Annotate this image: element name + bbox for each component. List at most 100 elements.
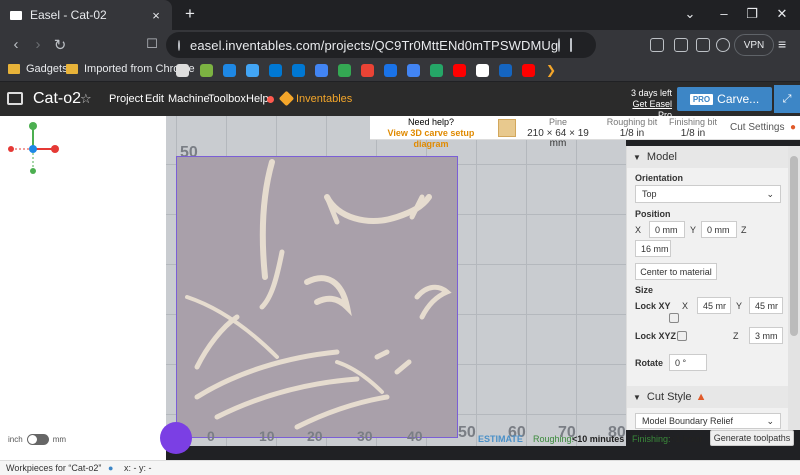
restore-icon[interactable]: ❐ <box>742 6 762 22</box>
leo-ai-icon[interactable] <box>716 38 730 52</box>
x-neg-handle <box>8 146 14 152</box>
close-tab-icon[interactable]: × <box>148 8 164 23</box>
workpiece-model[interactable] <box>176 156 458 438</box>
forward-icon[interactable]: › <box>28 36 48 53</box>
zoom-icon[interactable] <box>558 38 561 52</box>
share-icon[interactable] <box>570 38 573 52</box>
lock-xy-icon[interactable] <box>669 313 679 323</box>
help-chat-bubble[interactable] <box>160 422 192 454</box>
bookmark-icon[interactable] <box>223 64 236 77</box>
site-info-icon[interactable] <box>178 39 180 51</box>
pos-y-input[interactable]: 0 mm <box>701 221 737 238</box>
wallet-icon[interactable] <box>696 38 710 52</box>
tab-search-icon[interactable]: ⌄ <box>680 6 700 22</box>
rotate-input[interactable]: 0 ° <box>669 354 707 371</box>
youtube-bookmark-icon[interactable] <box>453 64 466 77</box>
size-x-input[interactable]: 45 mr <box>697 297 731 314</box>
bookmark-icon[interactable] <box>499 64 512 77</box>
pos-y-label: Y <box>690 225 697 235</box>
menu-help[interactable]: Help <box>246 93 269 105</box>
gmail-bookmark-icon[interactable] <box>361 64 374 77</box>
docs-bookmark-icon[interactable] <box>315 64 328 77</box>
new-tab-button[interactable]: + <box>180 4 200 24</box>
generate-toolpaths-button[interactable]: Generate toolpaths <box>710 430 794 446</box>
size-y-input[interactable]: 45 mr <box>749 297 783 314</box>
roughing-bit-selector[interactable]: Roughing bit 1/8 in <box>602 117 662 139</box>
cut-style-select[interactable]: Model Boundary Relief ⌄ <box>635 413 781 429</box>
pos-x-input[interactable]: 0 mm <box>649 221 685 238</box>
bookmark-icon[interactable]: ☐ <box>142 36 162 52</box>
reload-icon[interactable]: ↻ <box>50 36 70 54</box>
favorite-star-icon[interactable]: ☆ <box>80 91 92 107</box>
size-y-label: Y <box>736 301 743 311</box>
bookmark-icon[interactable] <box>407 64 420 77</box>
window-close-icon[interactable]: ✕ <box>772 6 792 22</box>
roughing-estimate-time: <10 minutes <box>572 434 625 444</box>
url-text[interactable]: easel.inventables.com/projects/QC9Tr0Mtt… <box>190 38 558 53</box>
material-selector[interactable]: Pine 210 × 64 × 19 mm <box>518 117 598 149</box>
menu-project[interactable]: Project <box>109 93 143 105</box>
panel-scroll-thumb[interactable] <box>790 156 798 336</box>
bookmark-icon[interactable] <box>430 64 443 77</box>
menu-toolbox[interactable]: Toolbox <box>208 93 246 105</box>
material-dims: 210 × 64 × 19 mm <box>527 128 589 149</box>
axis-gizmo <box>8 122 59 174</box>
lock-xy-label: Lock XY <box>635 301 671 311</box>
expand-icon[interactable]: ⤢ <box>774 85 800 113</box>
sidebar-icon[interactable] <box>674 38 688 52</box>
browser-menu-icon[interactable]: ≡ <box>778 36 786 52</box>
status-bar: Workpieces for “Cat-o2” ● x: - y: - <box>0 460 800 475</box>
amazon-bookmark-icon[interactable] <box>476 64 489 77</box>
bookmark-icon[interactable] <box>246 64 259 77</box>
size-x-label: X <box>682 301 689 311</box>
cut-style-value: Model Boundary Relief <box>642 416 734 426</box>
easel-logo-icon[interactable] <box>7 92 23 105</box>
relief-stroke <box>194 314 240 370</box>
extensions-icon[interactable] <box>650 38 664 52</box>
browser-tab[interactable]: Easel - Cat-02 × <box>0 0 172 30</box>
project-name[interactable]: Cat-o2 <box>33 90 81 108</box>
windows-bookmark-icon[interactable] <box>269 64 282 77</box>
save-bookmark-icon[interactable] <box>176 64 189 77</box>
bookmark-icon[interactable] <box>384 64 397 77</box>
menu-machine[interactable]: Machine <box>168 93 210 105</box>
pos-z-input[interactable]: 16 mm <box>635 240 671 257</box>
cut-settings-label: Cut Settings <box>730 122 785 133</box>
android-bookmark-icon[interactable] <box>200 64 213 77</box>
notification-dot <box>267 96 274 103</box>
carve-button[interactable]: PRO Carve... <box>677 87 772 111</box>
cut-settings-button[interactable]: Cut Settings ● <box>730 122 796 133</box>
workpieces-label[interactable]: Workpieces for “Cat-o2” <box>6 463 101 473</box>
drive-bookmark-icon[interactable] <box>338 64 351 77</box>
youtube-bookmark-icon[interactable] <box>522 64 535 77</box>
material-swatch[interactable] <box>498 119 516 137</box>
bookmark-folder-gadgets[interactable]: Gadgets <box>8 63 68 75</box>
carve-label: Carve... <box>717 92 760 106</box>
minimize-icon[interactable]: – <box>714 6 734 21</box>
address-bar[interactable]: easel.inventables.com/projects/QC9Tr0Mtt… <box>166 32 597 58</box>
menu-edit[interactable]: Edit <box>145 93 164 105</box>
units-right-label: mm <box>52 435 67 444</box>
easel-favicon-icon <box>10 10 22 20</box>
lock-xyz-icon[interactable] <box>677 331 687 341</box>
windows-bookmark-icon[interactable] <box>292 64 305 77</box>
size-z-input[interactable]: 3 mm <box>749 327 783 344</box>
rewards-icon[interactable] <box>588 41 597 49</box>
warning-icon: ▲ <box>695 391 707 403</box>
setup-diagram-link[interactable]: View 3D carve setup diagram <box>370 128 492 150</box>
units-switch[interactable] <box>26 434 49 445</box>
workpieces-help-icon[interactable]: ● <box>108 463 113 473</box>
orientation-select[interactable]: Top ⌄ <box>635 185 781 203</box>
back-icon[interactable]: ‹ <box>6 36 26 53</box>
cut-style-section-header[interactable]: ▼ Cut Style ▲ <box>627 386 789 408</box>
estimate-label[interactable]: ESTIMATE <box>478 434 523 444</box>
inventables-link[interactable]: Inventables <box>296 93 352 105</box>
vpn-button[interactable]: VPN <box>734 34 774 56</box>
design-canvas[interactable]: 50 0 10 20 30 40 50 60 70 80 <box>166 116 626 446</box>
finishing-bit-selector[interactable]: Finishing bit 1/8 in <box>662 117 724 139</box>
units-toggle[interactable]: inch mm <box>8 434 66 445</box>
collapse-caret-icon: ▼ <box>633 392 641 402</box>
more-bookmarks-icon[interactable]: ❯ <box>546 64 559 77</box>
center-to-material-button[interactable]: Center to material <box>635 263 717 280</box>
model-section-header[interactable]: ▼ Model <box>627 146 789 168</box>
